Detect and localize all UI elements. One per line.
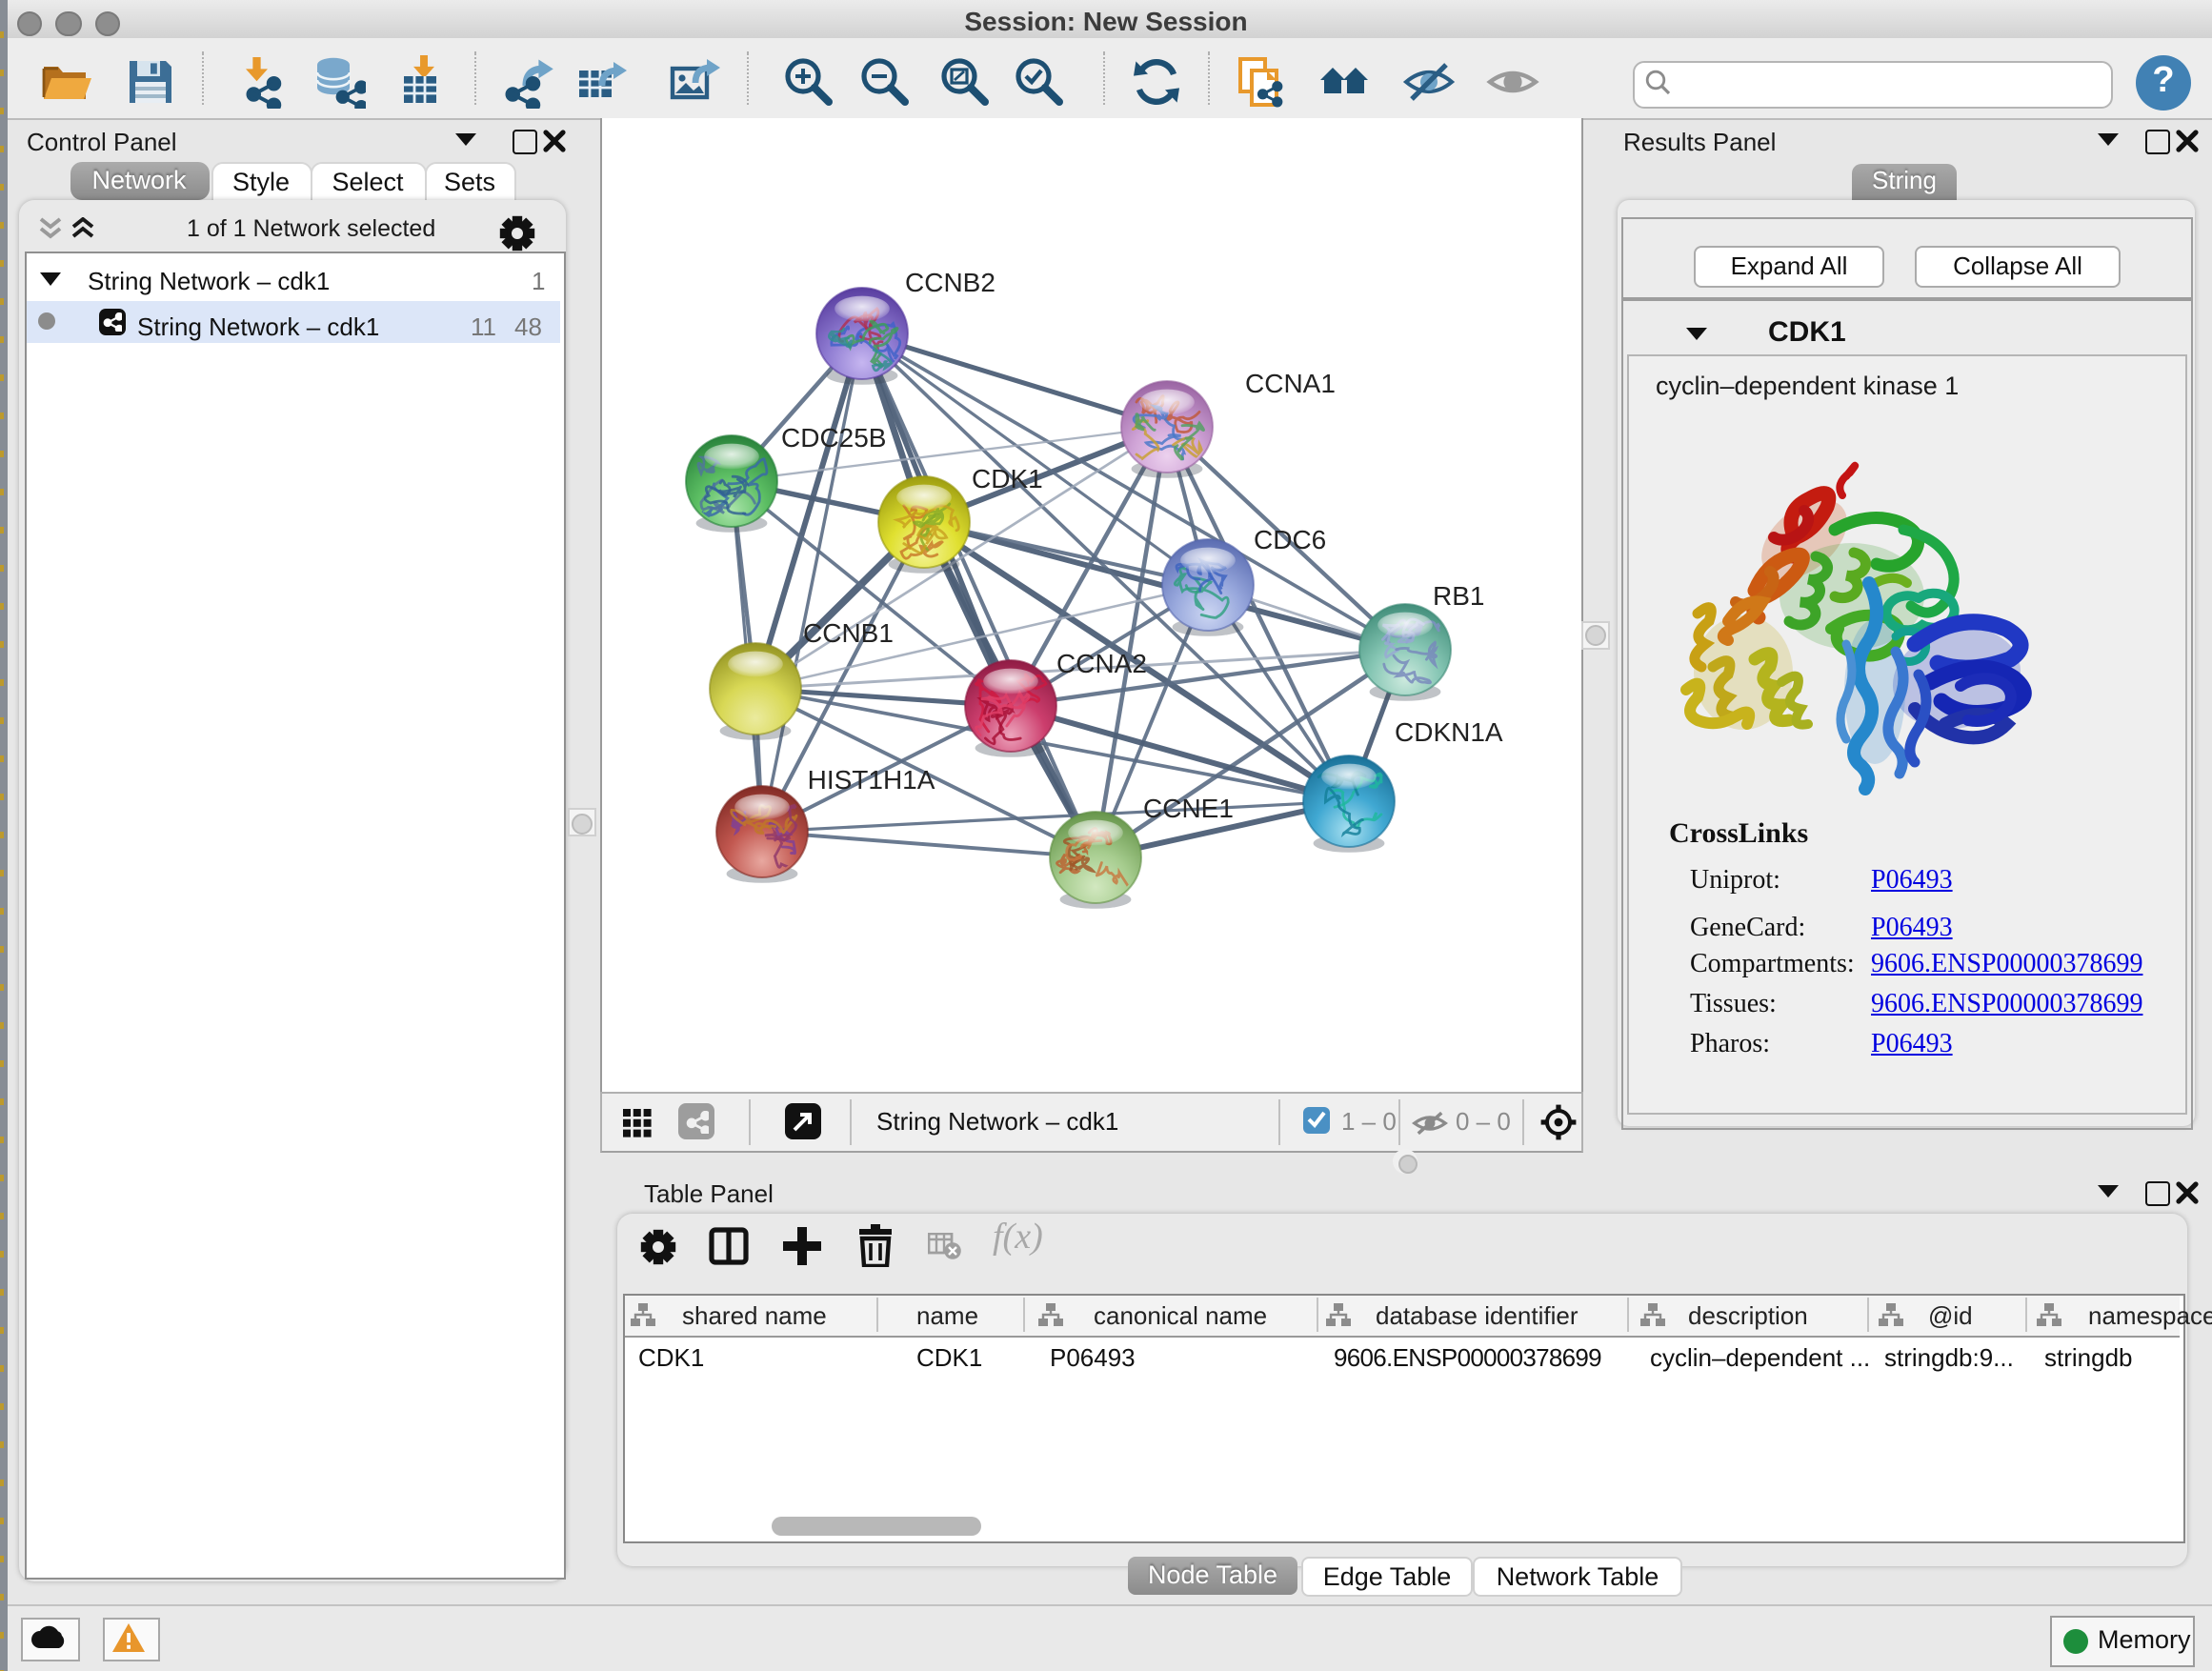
svg-text:HIST1H1A: HIST1H1A <box>808 764 935 794</box>
svg-text:RB1: RB1 <box>1433 580 1484 610</box>
svg-text:CDC25B: CDC25B <box>781 422 886 452</box>
svg-text:CDKN1A: CDKN1A <box>1395 716 1503 746</box>
svg-text:CCNE1: CCNE1 <box>1143 793 1234 822</box>
svg-text:CCNB2: CCNB2 <box>905 267 995 296</box>
svg-text:CCNB1: CCNB1 <box>803 617 894 647</box>
svg-text:CCNA1: CCNA1 <box>1245 368 1336 397</box>
svg-text:CDK1: CDK1 <box>972 463 1043 493</box>
svg-text:CDC6: CDC6 <box>1254 524 1326 554</box>
svg-text:CCNA2: CCNA2 <box>1056 648 1147 677</box>
